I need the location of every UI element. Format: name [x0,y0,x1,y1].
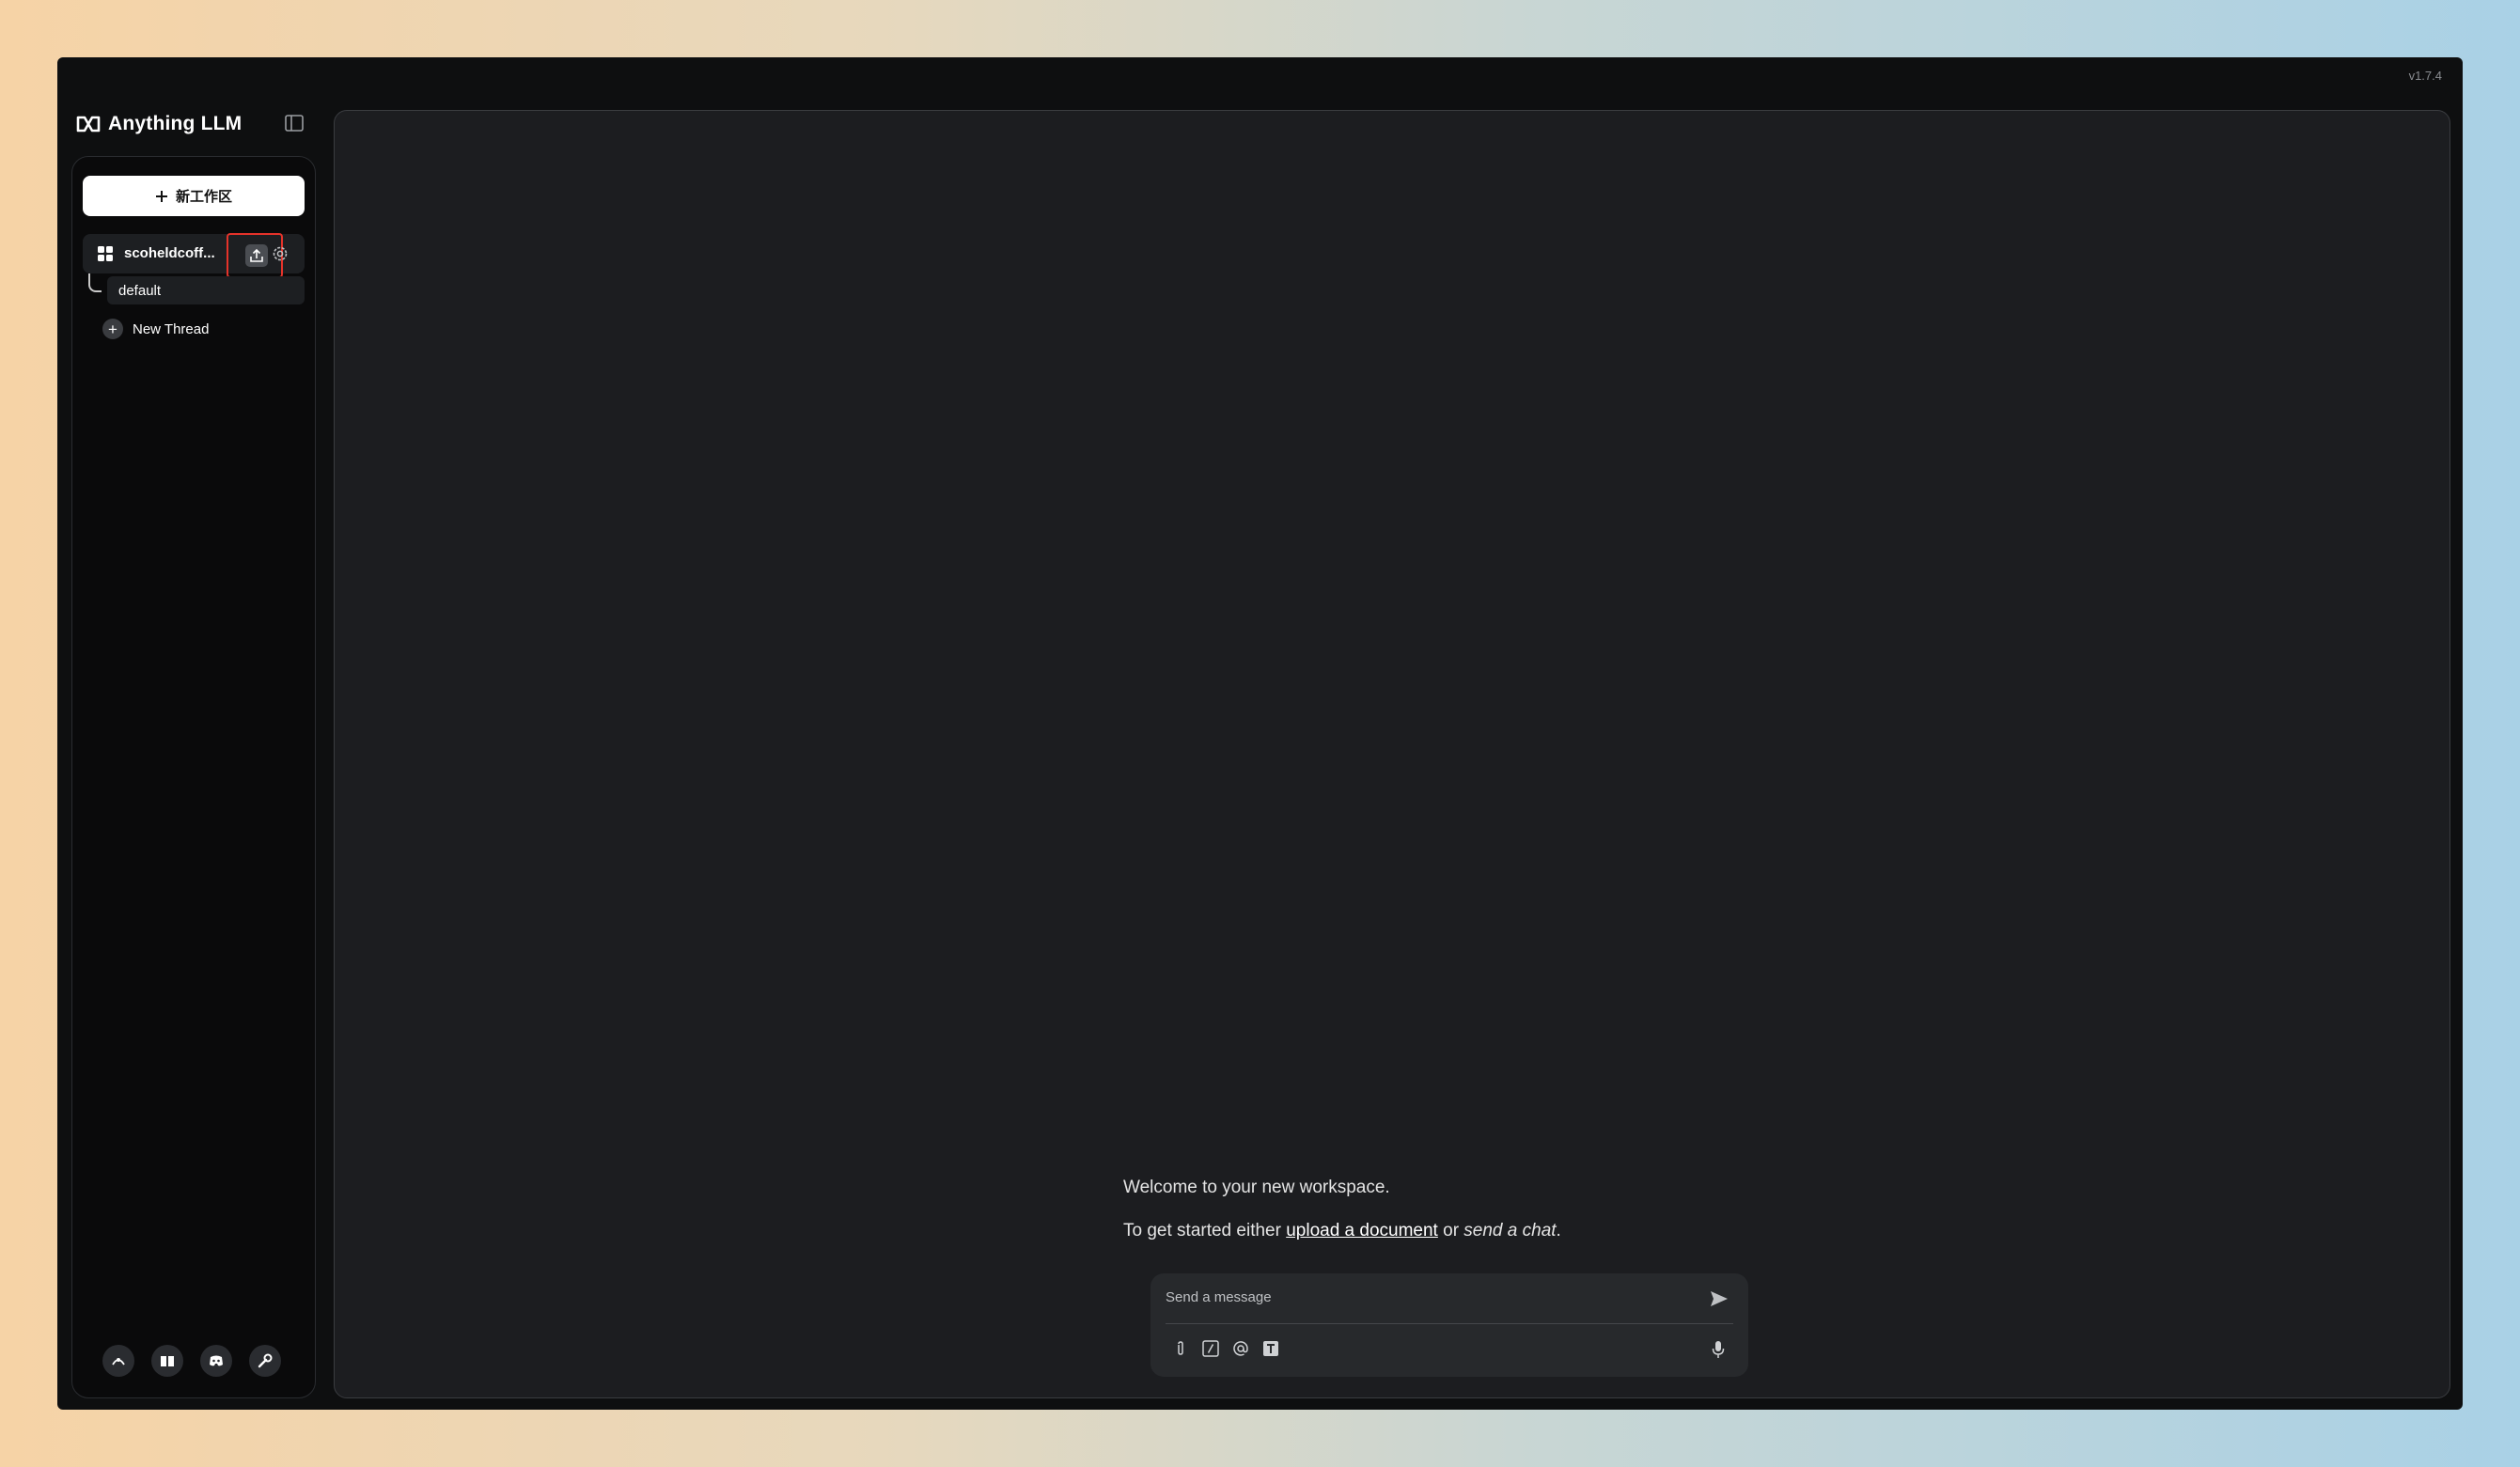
settings-button[interactable] [249,1345,281,1377]
text-format-icon [1263,1341,1278,1356]
upload-icon [250,248,263,262]
app-window: v1.7.4 Anything LLM 新工作区 scoheldcoff... … [57,57,2463,1410]
brand-name: Anything LLM [108,113,243,134]
new-workspace-button[interactable]: 新工作区 [83,176,305,216]
message-input[interactable] [1166,1283,1692,1311]
composer-divider [1166,1323,1733,1324]
attach-button[interactable] [1171,1339,1190,1358]
wrench-icon [258,1353,273,1368]
sidebar-panel-icon [285,115,304,132]
welcome-line: Welcome to your new workspace. [1123,1178,1390,1197]
sidebar: 新工作区 scoheldcoff... default + New Thread [71,156,316,1398]
thread-label: default [118,282,162,299]
sidebar-toggle-button[interactable] [283,112,305,134]
hub-icon [112,1358,125,1366]
thread-item-default[interactable]: default [107,276,305,304]
sidebar-footer [102,1345,281,1377]
slash-command-icon [1202,1340,1219,1357]
brand-logo: Anything LLM [76,110,242,138]
plus-icon [155,190,167,202]
book-icon [161,1356,174,1366]
discord-icon [210,1355,223,1366]
grid-icon [98,246,113,261]
get-started-line: To get started either upload a document … [1123,1221,1561,1241]
composer-tools [1171,1339,1280,1358]
text-size-button[interactable] [1261,1339,1280,1358]
new-thread-label: New Thread [133,320,210,337]
version-label: v1.7.4 [2408,69,2442,83]
paperclip-icon [1178,1341,1183,1355]
send-chat-text: send a chat [1463,1221,1557,1241]
chat-panel: Welcome to your new workspace. To get st… [334,110,2450,1398]
at-sign-icon [1233,1341,1248,1356]
send-button[interactable] [1707,1287,1731,1311]
thread-tree-connector [88,273,102,292]
new-workspace-label: 新工作区 [175,189,232,205]
workspace-settings-gear-icon[interactable] [271,244,290,263]
slash-commands-button[interactable] [1201,1339,1220,1358]
plus-circle-icon: + [102,319,123,339]
new-thread-button[interactable]: + New Thread [102,317,209,341]
upload-document-link[interactable]: upload a document [1286,1221,1438,1241]
microphone-button[interactable] [1709,1339,1728,1360]
microphone-icon [1712,1341,1725,1358]
community-hub-button[interactable] [102,1345,134,1377]
welcome-message: Welcome to your new workspace. To get st… [1123,1178,1706,1264]
agent-mention-button[interactable] [1231,1339,1250,1358]
docs-button[interactable] [151,1345,183,1377]
anythingllm-logo-icon [76,116,101,133]
discord-button[interactable] [200,1345,232,1377]
send-arrow-icon [1711,1291,1728,1306]
message-composer [1150,1273,1748,1377]
workspace-name: scoheldcoff... [124,245,215,261]
